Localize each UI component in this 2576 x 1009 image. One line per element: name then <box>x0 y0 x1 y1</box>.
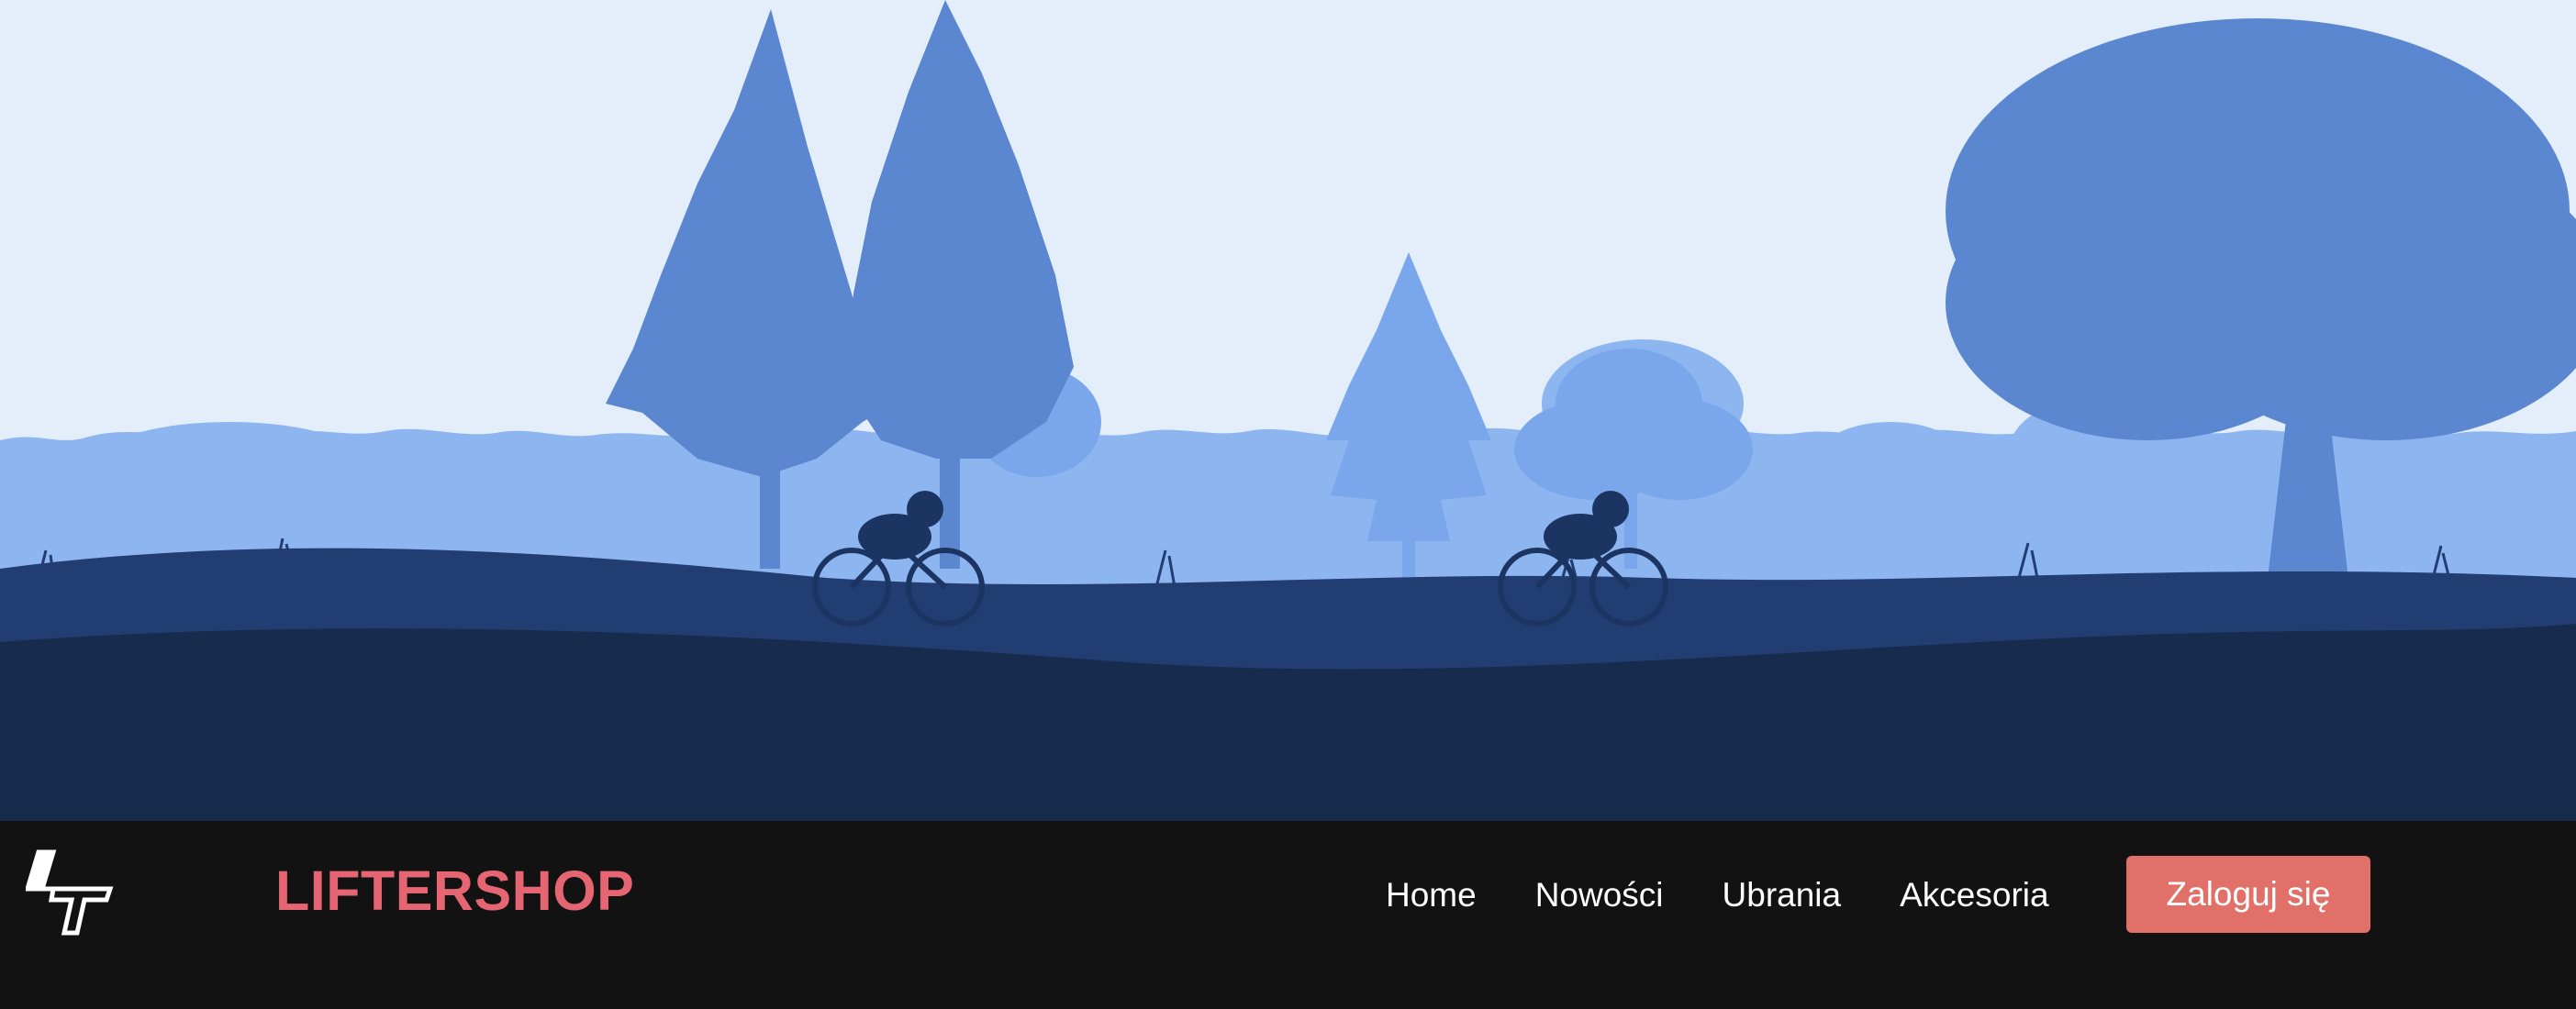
nav-link-clothes[interactable]: Ubrania <box>1723 876 1842 915</box>
nav-link-new[interactable]: Nowości <box>1535 876 1664 915</box>
hero-banner <box>0 0 2576 821</box>
nav-link-accessories[interactable]: Akcesoria <box>1900 876 2048 915</box>
nav-links: Home Nowości Ubrania Akcesoria <box>1386 876 2108 915</box>
brand-name[interactable]: LIFTERSHOP <box>275 863 634 919</box>
forest-cyclists-illustration <box>0 0 2576 821</box>
lt-monogram-logo[interactable] <box>24 848 114 937</box>
main-navbar: LIFTERSHOP Home Nowości Ubrania Akcesori… <box>0 821 2576 1009</box>
nav-link-home[interactable]: Home <box>1386 876 1477 915</box>
login-button[interactable]: Zaloguj się <box>2126 856 2370 933</box>
